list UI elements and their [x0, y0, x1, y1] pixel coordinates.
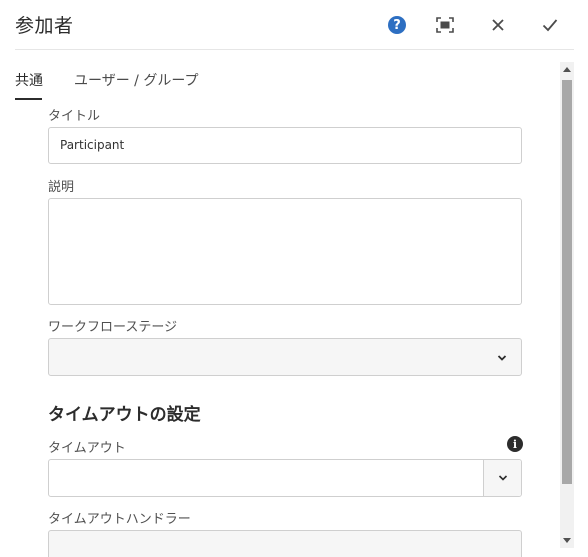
close-icon	[492, 19, 504, 31]
timeout-handler-label: タイムアウトハンドラー	[48, 512, 191, 527]
timeout-label: タイムアウト	[48, 441, 126, 456]
scroll-up-arrow-icon[interactable]	[560, 62, 574, 76]
header-divider	[15, 49, 574, 50]
description-textarea[interactable]	[48, 198, 522, 305]
check-icon	[542, 19, 558, 32]
help-icon: ?	[388, 16, 406, 34]
participant-dialog: 参加者 ? 共通 ユーザー / グループ タイトル Participant 説明…	[0, 0, 588, 557]
workflow-stage-label: ワークフローステージ	[48, 320, 178, 335]
scrollbar-thumb[interactable]	[562, 80, 572, 484]
timeout-section-heading: タイムアウトの設定	[48, 405, 201, 425]
tab-common[interactable]: 共通	[15, 70, 43, 90]
help-button[interactable]: ?	[382, 10, 412, 40]
chevron-down-icon	[498, 475, 507, 481]
timeout-combobox[interactable]	[48, 459, 522, 497]
close-button[interactable]	[483, 10, 513, 40]
form-content: タイトル Participant 説明 ワークフローステージ タイムアウトの設定…	[0, 100, 560, 557]
info-icon[interactable]: i	[507, 436, 523, 452]
scroll-down-arrow-icon[interactable]	[560, 534, 574, 548]
description-label: 説明	[48, 180, 75, 195]
timeout-handler-select[interactable]	[48, 530, 522, 557]
chevron-down-icon	[497, 355, 507, 361]
done-button[interactable]	[535, 10, 565, 40]
workflow-stage-select[interactable]	[48, 338, 522, 376]
fullscreen-button[interactable]	[430, 10, 460, 40]
dialog-title: 参加者	[15, 15, 74, 37]
vertical-scrollbar[interactable]	[560, 62, 574, 548]
title-input[interactable]: Participant	[48, 127, 522, 164]
title-label: タイトル	[48, 109, 101, 124]
dialog-header: 参加者 ?	[0, 0, 588, 50]
tab-users-groups[interactable]: ユーザー / グループ	[74, 70, 199, 90]
timeout-dropdown-button[interactable]	[484, 460, 521, 496]
fullscreen-icon	[436, 17, 454, 33]
